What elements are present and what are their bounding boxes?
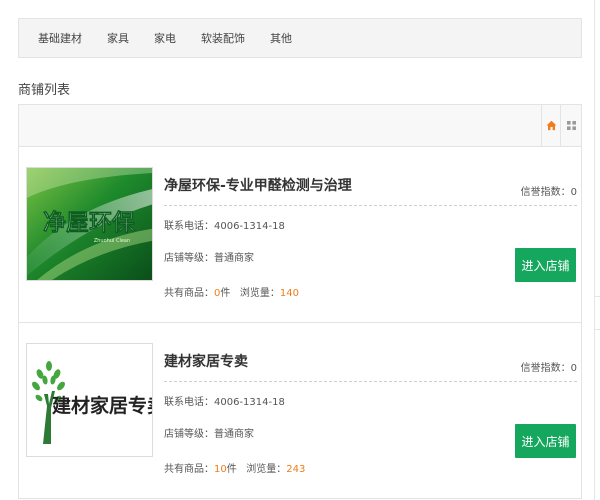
view-count: 243: [286, 464, 306, 475]
shop-list: 净屋环保 Zhuohui Clean 净屋环保-专业甲醛检测与治理 信誉指数：0…: [18, 147, 582, 499]
home-view-button[interactable]: [541, 105, 561, 146]
svg-text:建材家居专卖: 建材家居专卖: [52, 394, 152, 417]
section-title: 商铺列表: [18, 83, 71, 98]
nav-item-furniture[interactable]: 家具: [107, 30, 129, 46]
svg-text:净屋环保: 净屋环保: [43, 209, 136, 236]
svg-text:Zhuohui Clean: Zhuohui Clean: [94, 238, 130, 244]
enter-shop-button[interactable]: 进入店铺: [515, 424, 576, 458]
shop-card: 建材家居专卖 建材家居专卖 信誉指数：0 联系电话：4006-1314-18 店…: [18, 323, 582, 499]
shop-stats: 共有商品：10件 浏览量：243: [164, 464, 306, 475]
shop-card: 净屋环保 Zhuohui Clean 净屋环保-专业甲醛检测与治理 信誉指数：0…: [18, 147, 582, 323]
sidebar-tab-edge: [595, 296, 600, 330]
tree-logo: 建材家居专卖: [27, 344, 152, 456]
nav-item-building-materials[interactable]: 基础建材: [38, 30, 82, 46]
nav-item-appliances[interactable]: 家电: [154, 30, 176, 46]
enter-shop-button[interactable]: 进入店铺: [515, 248, 576, 282]
shop-rating: 信誉指数：0: [520, 363, 577, 374]
shop-logo[interactable]: 净屋环保 Zhuohui Clean: [26, 167, 153, 281]
right-sidebar-edge: [594, 0, 600, 500]
shop-phone: 联系电话：4006-1314-18: [164, 221, 285, 232]
goods-count: 10: [214, 464, 227, 475]
category-nav: 基础建材 家具 家电 软装配饰 其他: [18, 18, 582, 58]
home-icon: [546, 120, 556, 131]
shop-logo[interactable]: 建材家居专卖: [26, 343, 153, 457]
grid-view-button[interactable]: [561, 105, 581, 146]
shop-phone: 联系电话：4006-1314-18: [164, 397, 285, 408]
view-count: 140: [279, 288, 300, 299]
list-toolbar: [18, 104, 582, 147]
shop-name-link[interactable]: 建材家居专卖: [164, 351, 577, 382]
shop-stats: 共有商品：0件 浏览量：140: [164, 288, 300, 299]
shop-name-link[interactable]: 净屋环保-专业甲醛检测与治理: [164, 175, 577, 206]
shop-rating: 信誉指数：0: [520, 187, 577, 198]
nav-item-other[interactable]: 其他: [270, 30, 292, 46]
jingwu-huanbao-logo: 净屋环保 Zhuohui Clean: [27, 168, 152, 280]
nav-item-soft-decor[interactable]: 软装配饰: [201, 30, 245, 46]
grid-view-icon: [566, 121, 576, 130]
